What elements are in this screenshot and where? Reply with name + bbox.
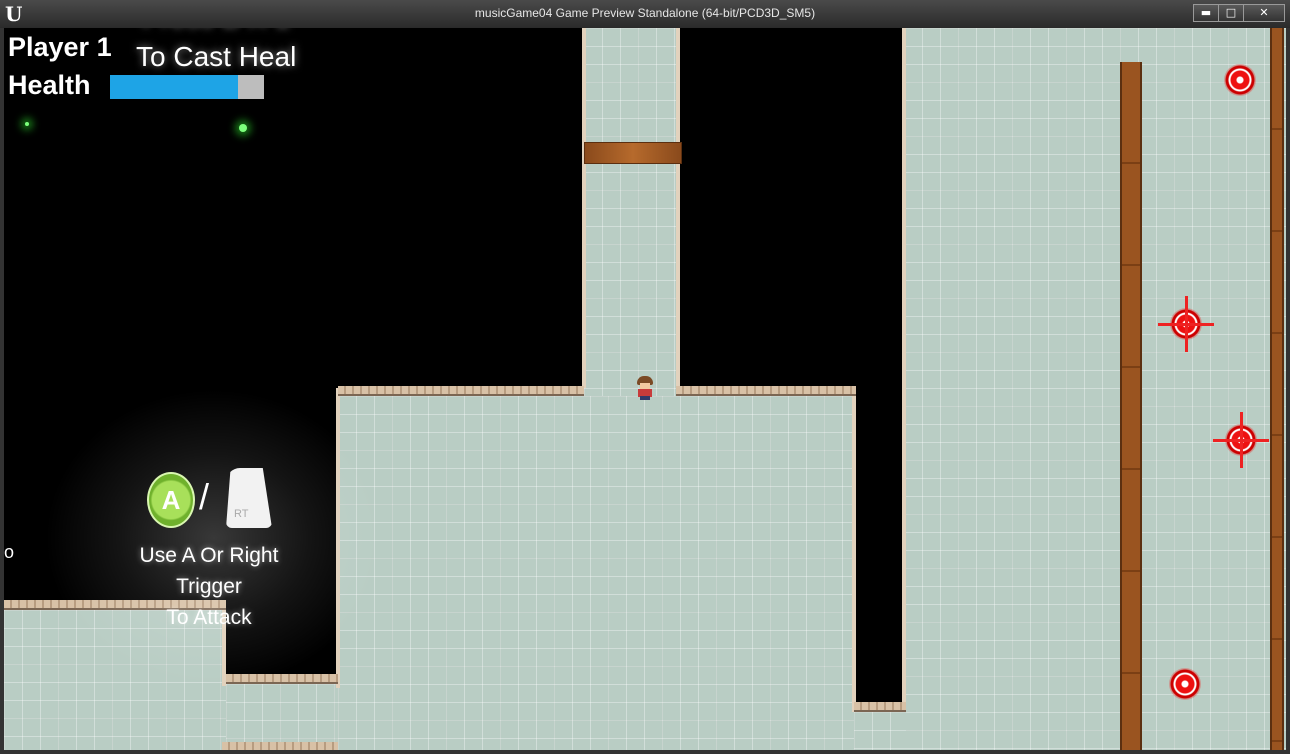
green-sparkle-icon bbox=[239, 124, 247, 132]
health-bar bbox=[110, 75, 264, 99]
wall-side bbox=[852, 388, 856, 712]
maximize-button[interactable]: □ bbox=[1218, 4, 1244, 22]
wall-ledge bbox=[338, 386, 584, 396]
crosshair-target-icon bbox=[1158, 296, 1214, 352]
wall-ledge bbox=[222, 742, 338, 750]
crosshair-target-icon bbox=[1169, 668, 1201, 700]
wall-side bbox=[902, 28, 906, 708]
tutorial-glow bbox=[44, 388, 384, 688]
heal-prompt-line2: To Cast Heal bbox=[136, 41, 297, 72]
wooden-pillar-edge bbox=[1270, 28, 1284, 750]
minimize-button[interactable]: ▬ bbox=[1193, 4, 1219, 22]
floor-bottom-strip bbox=[226, 684, 338, 750]
floor-tower bbox=[584, 28, 676, 400]
xbox-a-button-icon: A bbox=[147, 472, 195, 528]
attack-separator: / bbox=[199, 476, 210, 517]
floor-bottom-right-strip bbox=[854, 712, 906, 750]
player-label: Player 1 bbox=[8, 32, 112, 62]
edge-text: o bbox=[4, 542, 15, 562]
close-button[interactable]: ✕ bbox=[1243, 4, 1285, 22]
attack-prompt-line2: To Attack bbox=[166, 606, 252, 629]
heal-prompt: Press B X 1 To Cast Heal bbox=[136, 28, 296, 76]
wooden-plank bbox=[584, 142, 682, 164]
wall-side bbox=[676, 28, 680, 388]
right-trigger-label: RT bbox=[234, 508, 249, 520]
heal-prompt-line1: Press B X 1 bbox=[136, 28, 296, 38]
window-titlebar[interactable]: U musicGame04 Game Preview Standalone (6… bbox=[0, 0, 1290, 29]
green-sparkle-icon bbox=[25, 122, 29, 126]
wall-side bbox=[582, 28, 586, 388]
attack-prompt-line1: Use A Or Right Trigger bbox=[139, 544, 279, 598]
window-title: musicGame04 Game Preview Standalone (64-… bbox=[474, 6, 816, 20]
game-viewport[interactable]: Player 1 Health Press B X 1 To Cast Heal… bbox=[4, 28, 1286, 750]
window-frame-bottom bbox=[0, 750, 1290, 754]
floor-center-room bbox=[338, 396, 856, 750]
health-bar-fill bbox=[110, 75, 238, 99]
attack-prompt: Use A Or Right Trigger To Attack bbox=[104, 540, 314, 633]
health-label: Health bbox=[8, 70, 91, 100]
crosshair-target-icon bbox=[1224, 64, 1256, 96]
player-legs bbox=[640, 396, 650, 400]
wall-ledge bbox=[854, 702, 906, 712]
crosshair-target-icon bbox=[1213, 412, 1269, 468]
window-frame-right bbox=[1286, 28, 1290, 754]
player-character bbox=[636, 376, 654, 400]
wooden-pillar bbox=[1120, 62, 1142, 750]
floor-right-hall bbox=[904, 28, 1286, 750]
wall-ledge bbox=[676, 386, 856, 396]
